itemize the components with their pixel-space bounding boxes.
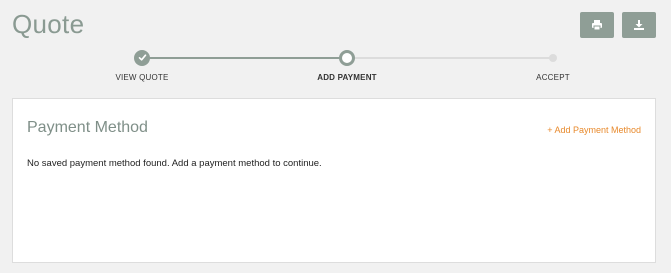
printer-icon <box>591 19 603 31</box>
step-label-view-quote[interactable]: VIEW QUOTE <box>115 73 168 82</box>
progress-stepper: VIEW QUOTE ADD PAYMENT ACCEPT <box>0 48 671 88</box>
download-icon <box>633 19 645 31</box>
add-payment-method-link[interactable]: + Add Payment Method <box>547 125 641 135</box>
stepper-track-complete <box>142 57 347 59</box>
step-label-add-payment: ADD PAYMENT <box>317 73 377 82</box>
download-button[interactable] <box>622 12 656 38</box>
page-title: Quote <box>12 9 85 39</box>
empty-state-message: No saved payment method found. Add a pay… <box>27 158 322 169</box>
checkmark-icon <box>138 49 147 67</box>
header-actions <box>580 12 656 38</box>
payment-method-card: Payment Method + Add Payment Method No s… <box>12 98 656 263</box>
payment-method-heading: Payment Method <box>27 119 148 136</box>
print-button[interactable] <box>580 12 614 38</box>
step-accept-marker <box>549 54 557 62</box>
quote-page: Quote VIEW QUOTE ADD PAYMENT ACCEPT Paym… <box>0 0 671 273</box>
step-add-payment-marker <box>339 50 355 66</box>
stepper-track-remaining <box>347 57 553 59</box>
step-label-accept: ACCEPT <box>536 73 570 82</box>
step-view-quote-marker[interactable] <box>134 50 150 66</box>
